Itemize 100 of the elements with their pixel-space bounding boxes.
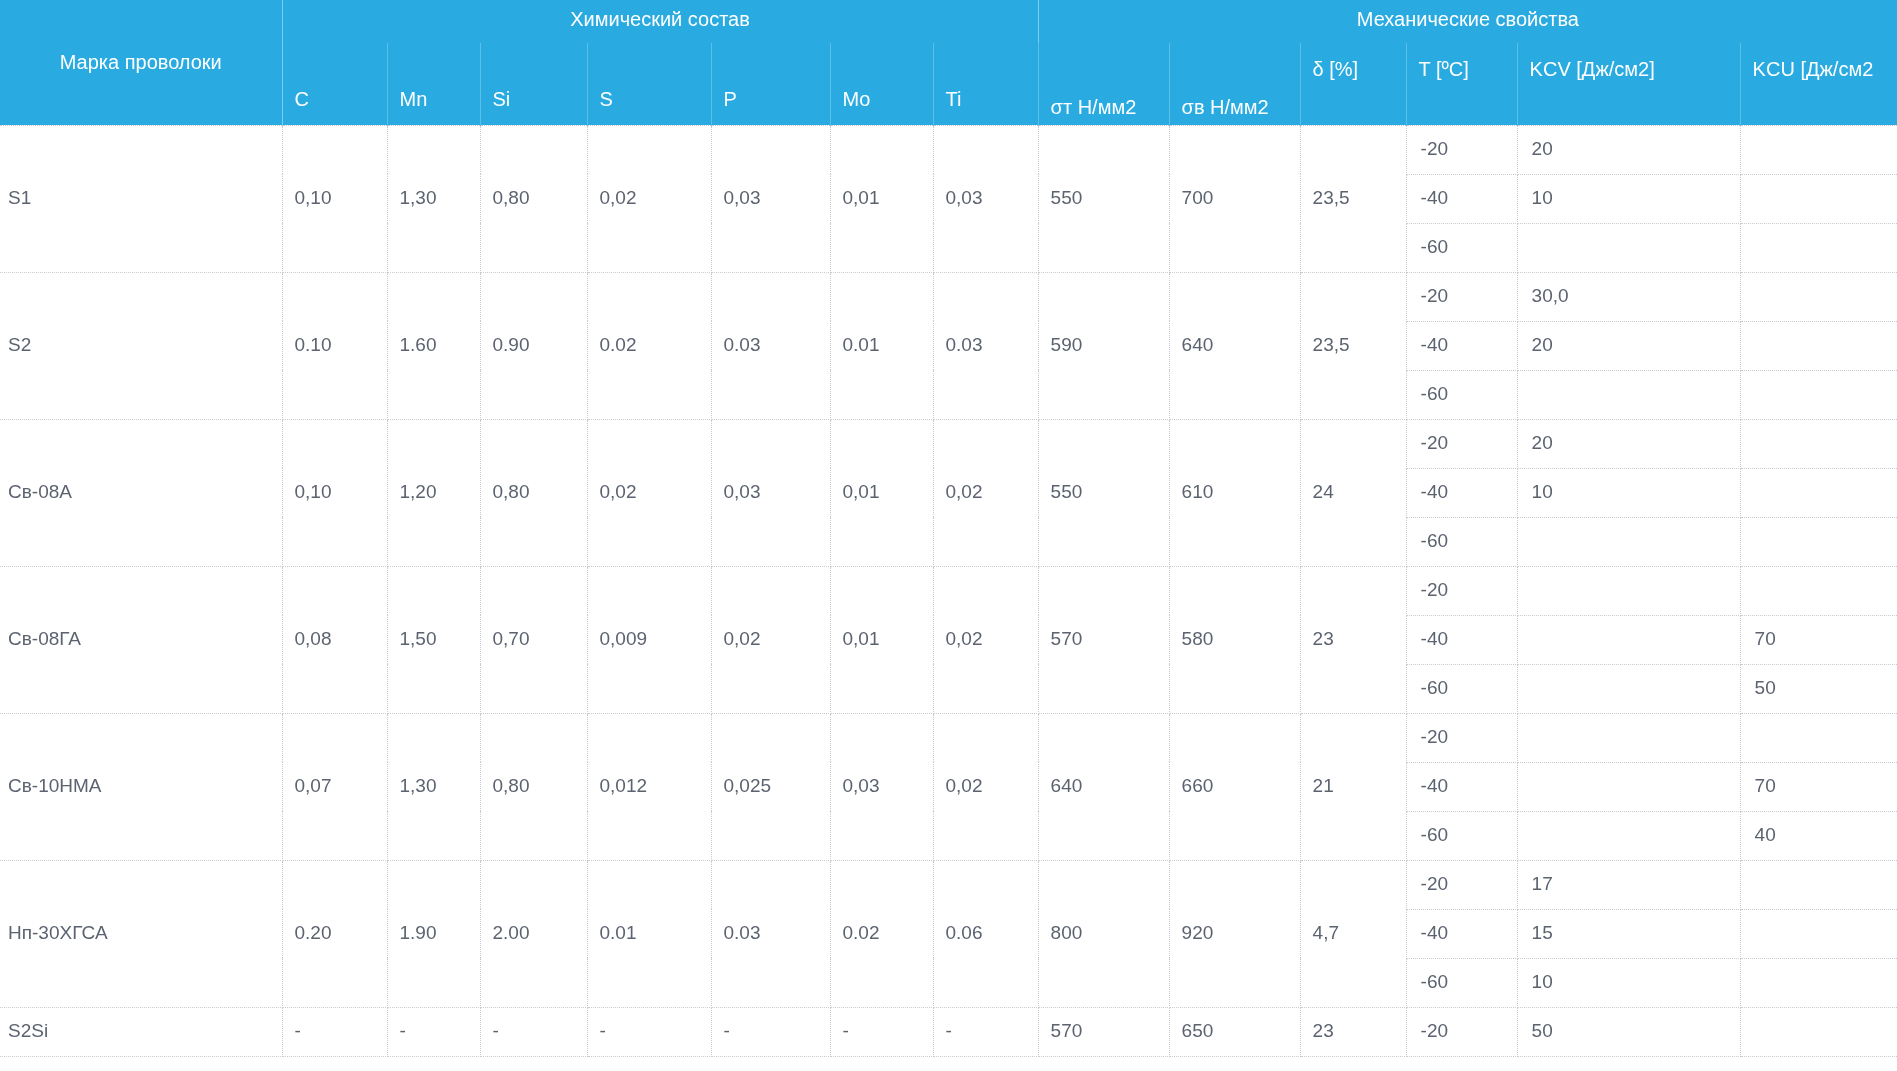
table-cell: 1.90 bbox=[387, 860, 480, 1007]
table-cell: 570 bbox=[1038, 566, 1170, 713]
table-cell: 0.03 bbox=[933, 272, 1039, 419]
table-cell: 0,03 bbox=[830, 713, 933, 860]
table-cell: 17 bbox=[1517, 860, 1741, 909]
table-cell: 10 bbox=[1517, 174, 1741, 223]
table-cell: 1,30 bbox=[387, 125, 480, 272]
table-cell: - bbox=[480, 1007, 587, 1056]
table-cell: 0,08 bbox=[282, 566, 387, 713]
column-header: Марка проволоки bbox=[0, 0, 282, 125]
table-cell: 660 bbox=[1169, 713, 1301, 860]
table-cell: - bbox=[711, 1007, 830, 1056]
table-cell: 640 bbox=[1169, 272, 1301, 419]
table-cell: S2Si bbox=[0, 1007, 282, 1056]
table-cell: 0,009 bbox=[587, 566, 711, 713]
column-header: KCU [Дж/см2 bbox=[1740, 43, 1897, 125]
table-cell: 0,80 bbox=[480, 713, 587, 860]
table-cell: 550 bbox=[1038, 125, 1170, 272]
table-cell: -40 bbox=[1406, 468, 1518, 517]
table-cell: 2.00 bbox=[480, 860, 587, 1007]
table-cell: 0,03 bbox=[711, 125, 830, 272]
table-cell: 0,01 bbox=[830, 125, 933, 272]
table-cell: -60 bbox=[1406, 517, 1518, 566]
table-cell: S2 bbox=[0, 272, 282, 419]
column-header: Mn bbox=[387, 43, 480, 125]
table-cell: 0,80 bbox=[480, 419, 587, 566]
table-cell: 1.60 bbox=[387, 272, 480, 419]
table-cell: 1,30 bbox=[387, 713, 480, 860]
column-header: KCV [Дж/см2] bbox=[1517, 43, 1741, 125]
column-header: C bbox=[282, 43, 387, 125]
table-cell: -20 bbox=[1406, 1007, 1518, 1056]
table-cell: -40 bbox=[1406, 321, 1518, 370]
table-cell: 20 bbox=[1517, 125, 1741, 174]
table-cell: 0,01 bbox=[830, 566, 933, 713]
table-cell: 590 bbox=[1038, 272, 1170, 419]
table-cell: 1,20 bbox=[387, 419, 480, 566]
table-cell: 0,025 bbox=[711, 713, 830, 860]
table-cell: 0,07 bbox=[282, 713, 387, 860]
table-cell: -40 bbox=[1406, 615, 1518, 664]
table-cell: - bbox=[933, 1007, 1039, 1056]
table-cell: 0,02 bbox=[933, 419, 1039, 566]
table-cell: 10 bbox=[1517, 958, 1741, 1007]
column-header: Si bbox=[480, 43, 587, 125]
table-cell: 0,10 bbox=[282, 419, 387, 566]
column-header: Ti bbox=[933, 43, 1039, 125]
table-cell: 21 bbox=[1300, 713, 1407, 860]
table-cell: 800 bbox=[1038, 860, 1170, 1007]
table-cell: - bbox=[830, 1007, 933, 1056]
table-cell: 0.06 bbox=[933, 860, 1039, 1007]
table-cell: 0,02 bbox=[711, 566, 830, 713]
table-cell: - bbox=[282, 1007, 387, 1056]
table-cell: -40 bbox=[1406, 762, 1518, 811]
table-cell: -20 bbox=[1406, 272, 1518, 321]
table-cell: Св-08А bbox=[0, 419, 282, 566]
table-cell: 0.10 bbox=[282, 272, 387, 419]
column-header: Mo bbox=[830, 43, 933, 125]
table-cell: -40 bbox=[1406, 174, 1518, 223]
table-cell: 10 bbox=[1517, 468, 1741, 517]
table-cell: 4,7 bbox=[1300, 860, 1407, 1007]
table-cell: 0,012 bbox=[587, 713, 711, 860]
table-cell: 0.01 bbox=[830, 272, 933, 419]
table-cell: 0.90 bbox=[480, 272, 587, 419]
table-cell: 0.20 bbox=[282, 860, 387, 1007]
table-cell: 0,80 bbox=[480, 125, 587, 272]
table-cell: 20 bbox=[1517, 321, 1741, 370]
table-cell: 610 bbox=[1169, 419, 1301, 566]
table-cell: 0,02 bbox=[587, 125, 711, 272]
table-cell: 0,02 bbox=[933, 566, 1039, 713]
table-cell: 23,5 bbox=[1300, 272, 1407, 419]
table-cell: 20 bbox=[1517, 419, 1741, 468]
table-cell: - bbox=[387, 1007, 480, 1056]
table-cell: 0,02 bbox=[933, 713, 1039, 860]
table-cell: 23 bbox=[1300, 566, 1407, 713]
table-cell: -60 bbox=[1406, 370, 1518, 419]
table-cell: 0,10 bbox=[282, 125, 387, 272]
table-cell: 640 bbox=[1038, 713, 1170, 860]
group-header: Механические свойства bbox=[1038, 0, 1897, 43]
table-cell: 650 bbox=[1169, 1007, 1301, 1056]
table-cell: 0.03 bbox=[711, 272, 830, 419]
column-header: σт Н/мм2 bbox=[1038, 43, 1170, 125]
table-cell: 0.02 bbox=[830, 860, 933, 1007]
table-cell: -60 bbox=[1406, 958, 1518, 1007]
table-cell: Нп-30ХГСА bbox=[0, 860, 282, 1007]
table-cell: 0.03 bbox=[711, 860, 830, 1007]
column-header: σв Н/мм2 bbox=[1169, 43, 1301, 125]
table-cell: 24 bbox=[1300, 419, 1407, 566]
column-header: T [ºC] bbox=[1406, 43, 1518, 125]
table-cell: Св-10НМА bbox=[0, 713, 282, 860]
table-cell: -20 bbox=[1406, 713, 1518, 762]
table-cell: 30,0 bbox=[1517, 272, 1741, 321]
column-header: δ [%] bbox=[1300, 43, 1407, 125]
table-cell: 580 bbox=[1169, 566, 1301, 713]
table-cell: 0,03 bbox=[711, 419, 830, 566]
table-cell: -60 bbox=[1406, 664, 1518, 713]
table-cell: 15 bbox=[1517, 909, 1741, 958]
table-cell: 0,01 bbox=[830, 419, 933, 566]
table-cell: - bbox=[587, 1007, 711, 1056]
table-cell: -20 bbox=[1406, 125, 1518, 174]
table-cell: S1 bbox=[0, 125, 282, 272]
table-cell: 23 bbox=[1300, 1007, 1407, 1056]
